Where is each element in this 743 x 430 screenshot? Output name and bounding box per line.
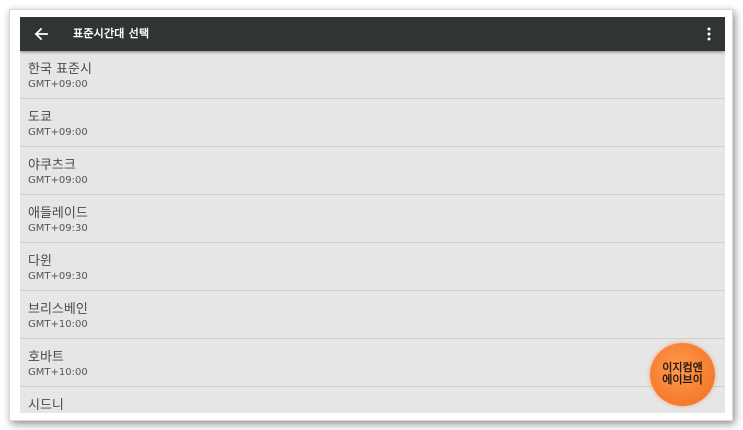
timezone-picker-screen: 표준시간대 선택 한국 표준시 GMT+09:00 도쿄 GMT+09:00 야…: [20, 17, 725, 413]
timezone-offset: GMT+10:00: [28, 367, 88, 378]
timezone-name: 브리스베인: [28, 302, 88, 317]
timezone-item[interactable]: 야쿠츠크 GMT+09:00: [20, 147, 725, 195]
timezone-item[interactable]: 한국 표준시 GMT+09:00: [20, 51, 725, 99]
timezone-offset: GMT+09:00: [28, 79, 88, 90]
timezone-offset: GMT+10:00: [28, 319, 88, 330]
timezone-item[interactable]: 도쿄 GMT+09:00: [20, 99, 725, 147]
timezone-list: 한국 표준시 GMT+09:00 도쿄 GMT+09:00 야쿠츠크 GMT+0…: [20, 51, 725, 413]
watermark-logo: 이지컴앤 에이브이: [650, 343, 715, 406]
timezone-item[interactable]: 다윈 GMT+09:30: [20, 243, 725, 291]
back-button[interactable]: [30, 23, 52, 45]
timezone-name: 애들레이드: [28, 206, 88, 221]
timezone-offset: GMT+09:30: [28, 271, 88, 282]
overflow-menu-button[interactable]: [701, 24, 717, 44]
timezone-name: 다윈: [28, 254, 52, 269]
more-vert-icon: [707, 27, 711, 41]
arrow-left-icon: [34, 27, 48, 41]
timezone-name: 도쿄: [28, 110, 52, 125]
timezone-name: 한국 표준시: [28, 62, 92, 77]
timezone-item[interactable]: 애들레이드 GMT+09:30: [20, 195, 725, 243]
timezone-name: 호바트: [28, 350, 64, 365]
timezone-offset: GMT+09:00: [28, 127, 88, 138]
timezone-name: 야쿠츠크: [28, 158, 76, 173]
screenshot-frame: 표준시간대 선택 한국 표준시 GMT+09:00 도쿄 GMT+09:00 야…: [9, 9, 733, 421]
timezone-item[interactable]: 시드니: [20, 387, 725, 413]
timezone-item[interactable]: 브리스베인 GMT+10:00: [20, 291, 725, 339]
timezone-offset: GMT+09:00: [28, 175, 88, 186]
timezone-name: 시드니: [28, 398, 64, 413]
page-title: 표준시간대 선택: [73, 27, 150, 40]
timezone-item[interactable]: 호바트 GMT+10:00: [20, 339, 725, 387]
watermark-line-2: 에이브이: [662, 373, 703, 386]
timezone-offset: GMT+09:30: [28, 223, 88, 234]
app-bar: 표준시간대 선택: [20, 17, 725, 51]
